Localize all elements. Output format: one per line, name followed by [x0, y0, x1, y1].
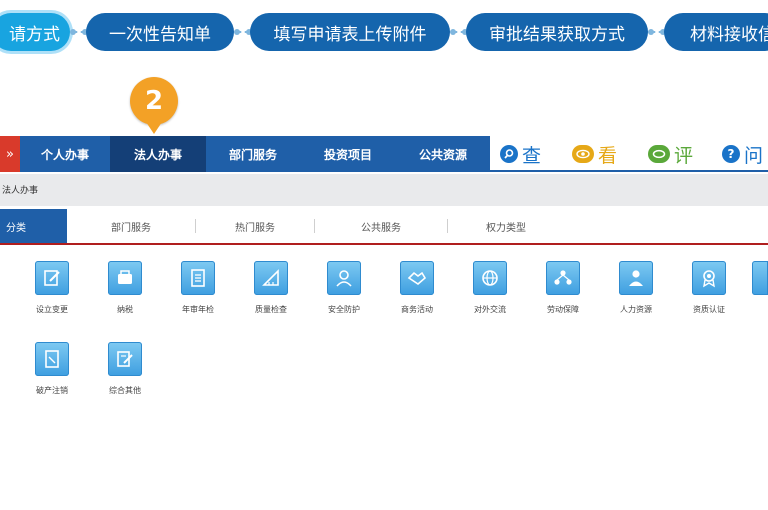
tab-label: 权力类型 — [486, 222, 526, 234]
category-labor-security[interactable]: 劳动保障 — [533, 261, 593, 315]
category-safety-protection[interactable]: 安全防护 — [314, 261, 374, 315]
document-icon — [181, 261, 215, 295]
nav-personal-affairs[interactable]: 个人办事 — [20, 136, 110, 172]
tab-popular-services[interactable]: 热门服务 — [196, 209, 314, 243]
category-label: 人力资源 — [620, 305, 652, 314]
category-label: 纳税 — [117, 305, 133, 314]
step-label: 请方式 — [9, 24, 60, 45]
category-label: 年审年检 — [182, 305, 214, 314]
tool-label: 评 — [674, 144, 694, 167]
file-cancel-icon — [35, 342, 69, 376]
comment-icon — [648, 145, 670, 163]
edit-icon — [35, 261, 69, 295]
category-human-resources[interactable]: 人力资源 — [606, 261, 666, 315]
globe-icon — [473, 261, 507, 295]
category-label: 破产注销 — [36, 386, 68, 395]
category-foreign-exchange[interactable]: 对外交流 — [460, 261, 520, 315]
category-annual-review[interactable]: 年审年检 — [168, 261, 228, 315]
step-connector — [70, 29, 88, 35]
nav-label: 法人办事 — [133, 147, 182, 162]
nav-label: 部门服务 — [228, 147, 277, 162]
step-connector — [648, 29, 666, 35]
category-quality-inspection[interactable]: 质量检查 — [241, 261, 301, 315]
category-label: 资质认证 — [693, 305, 725, 314]
tool-label: 查 — [522, 144, 542, 167]
eye-icon — [572, 145, 594, 163]
tab-label: 热门服务 — [235, 222, 275, 234]
category-label: 对外交流 — [474, 305, 506, 314]
tab-label: 公共服务 — [361, 222, 401, 234]
category-label: 劳动保障 — [547, 305, 579, 314]
guard-icon — [327, 261, 361, 295]
search-icon — [500, 145, 518, 163]
process-steps: 请方式 一次性告知单 填写申请表上传附件 审批结果获取方式 材料接收信 — [0, 0, 768, 58]
breadcrumb: 法人办事 — [0, 174, 768, 206]
step-apply-method[interactable]: 请方式 — [0, 13, 70, 51]
breadcrumb-current[interactable]: 法人办事 — [2, 183, 38, 196]
ruler-icon — [254, 261, 288, 295]
tab-department-services[interactable]: 部门服务 — [67, 209, 195, 243]
step-label: 审批结果获取方式 — [489, 24, 625, 45]
tool-comment[interactable]: 评 — [648, 142, 694, 167]
tab-power-type[interactable]: 权力类型 — [448, 209, 564, 243]
person-icon — [619, 261, 653, 295]
step-label: 填写申请表上传附件 — [273, 24, 427, 45]
medal-icon — [692, 261, 726, 295]
tool-ask[interactable]: ? 问 — [722, 142, 764, 167]
category-qualification-cert[interactable]: 资质认证 — [679, 261, 739, 315]
double-chevron-icon: » — [6, 146, 14, 162]
tab-label: 分类 — [6, 222, 26, 234]
category-business-activity[interactable]: 商务活动 — [387, 261, 447, 315]
step-material-receive[interactable]: 材料接收信 — [664, 13, 768, 51]
question-icon: ? — [722, 145, 740, 163]
category-tax[interactable]: 纳税 — [95, 261, 155, 315]
nav-public-resources[interactable]: 公共资源 — [396, 136, 490, 172]
misc-document-icon — [108, 342, 142, 376]
tool-search[interactable]: 查 — [500, 142, 542, 167]
category-label: 质量检查 — [255, 305, 287, 314]
nav-legal-person-affairs[interactable]: 法人办事 — [110, 136, 206, 172]
people-network-icon — [546, 261, 580, 295]
step-connector — [450, 29, 468, 35]
category-tabs: 分类 部门服务 热门服务 公共服务 权力类型 — [0, 209, 768, 245]
category-comprehensive-other[interactable]: 综合其他 — [95, 342, 155, 396]
wallet-icon — [108, 261, 142, 295]
handshake-icon — [400, 261, 434, 295]
category-label: 设立变更 — [36, 305, 68, 314]
nav-label: 投资项目 — [323, 147, 372, 162]
category-setup-change[interactable]: 设立变更 — [22, 261, 82, 315]
tool-label: 问 — [744, 144, 764, 167]
step-label: 一次性告知单 — [109, 24, 211, 45]
nav-label: 公共资源 — [418, 147, 467, 162]
step-number-marker: 2 — [130, 77, 178, 134]
step-connector — [234, 29, 252, 35]
main-nav-bar: » 个人办事 法人办事 部门服务 投资项目 公共资源 查 看 评 ? 问 — [0, 136, 768, 172]
nav-investment-projects[interactable]: 投资项目 — [300, 136, 396, 172]
step-result-method[interactable]: 审批结果获取方式 — [466, 13, 648, 51]
step-label: 材料接收信 — [690, 24, 768, 45]
nav-department-services[interactable]: 部门服务 — [206, 136, 300, 172]
nav-arrow-tab[interactable]: » — [0, 136, 20, 172]
marker-number: 2 — [144, 86, 164, 116]
tab-public-services[interactable]: 公共服务 — [315, 209, 447, 243]
nav-label: 个人办事 — [40, 147, 89, 162]
category-label: 安全防护 — [328, 305, 360, 314]
quick-tools: 查 看 评 ? 问 — [490, 136, 768, 172]
step-fill-form[interactable]: 填写申请表上传附件 — [250, 13, 450, 51]
category-label: 综合其他 — [109, 386, 141, 395]
tab-label: 部门服务 — [111, 222, 151, 234]
tab-classification[interactable]: 分类 — [0, 209, 67, 243]
step-notice-sheet[interactable]: 一次性告知单 — [86, 13, 234, 51]
category-label: 商务活动 — [401, 305, 433, 314]
tool-label: 看 — [598, 144, 618, 167]
tool-view[interactable]: 看 — [572, 142, 618, 167]
category-bankruptcy-cancel[interactable]: 破产注销 — [22, 342, 82, 396]
category-icon-partial[interactable] — [752, 261, 768, 295]
